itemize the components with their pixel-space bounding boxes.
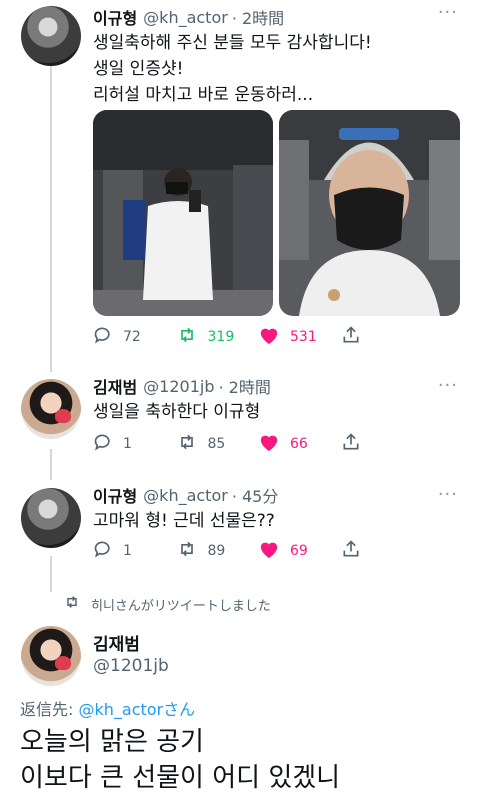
share-icon xyxy=(341,432,361,456)
heart-icon xyxy=(258,432,280,456)
reply-to-line: 返信先: @kh_actorさん xyxy=(20,696,195,720)
main-tweet-text: 오늘의 맑은 공기 이보다 큰 선물이 어디 있겠니 xyxy=(20,727,341,793)
retweet-icon xyxy=(176,432,198,456)
timestamp[interactable]: · 2時間 xyxy=(232,5,284,29)
retweet-button[interactable]: 319 xyxy=(176,325,259,349)
reply-icon xyxy=(93,325,113,349)
like-button[interactable]: 69 xyxy=(258,539,341,563)
like-count: 66 xyxy=(290,436,308,452)
retweet-icon xyxy=(63,594,81,614)
reply-button[interactable]: 1 xyxy=(93,432,176,456)
retweet-count: 89 xyxy=(207,543,226,559)
tweet-actions: 72 319 531 xyxy=(93,325,423,349)
retweet-note[interactable]: 히니さんがリツイートしました xyxy=(63,594,271,614)
tweet-text: 고마워 형! 근데 선물은?? xyxy=(93,511,275,531)
avatar[interactable] xyxy=(21,6,81,66)
share-icon xyxy=(341,539,361,563)
tweet-actions: 1 89 69 xyxy=(93,539,423,563)
tweet-text: 생일축하해 주신 분들 모두 감사합니다! 생일 인증샷! 리허설 마치고 바로… xyxy=(93,33,372,105)
more-icon[interactable]: ··· xyxy=(438,486,458,504)
author-handle[interactable]: @1201jb xyxy=(93,656,169,676)
share-button[interactable] xyxy=(341,432,424,456)
tweet-actions: 1 85 66 xyxy=(93,432,423,456)
tweet-text: 생일을 축하한다 이규형 xyxy=(93,402,261,422)
retweet-button[interactable]: 85 xyxy=(176,432,259,456)
retweet-count: 319 xyxy=(207,329,235,345)
author-handle[interactable]: @kh_actor xyxy=(143,486,228,505)
more-icon[interactable]: ··· xyxy=(438,4,458,22)
reply-icon xyxy=(93,539,113,563)
avatar[interactable] xyxy=(21,626,81,686)
reply-mention-link[interactable]: @kh_actor xyxy=(79,700,164,719)
reply-button[interactable]: 72 xyxy=(93,325,176,349)
tweet-photo-2[interactable] xyxy=(279,110,460,316)
retweet-icon xyxy=(176,325,198,349)
retweet-icon xyxy=(176,539,198,563)
reply-count: 1 xyxy=(123,436,132,452)
tweet-1[interactable]: 이규형 @kh_actor · 2時間 ··· 생일축하해 주신 분들 모두 감… xyxy=(0,0,480,360)
timestamp[interactable]: · 2時間 xyxy=(219,374,271,398)
avatar[interactable] xyxy=(21,488,81,548)
timestamp[interactable]: · 45分 xyxy=(232,483,279,507)
tweet-3[interactable]: 이규형 @kh_actor · 45分 ··· 고마워 형! 근데 선물은?? … xyxy=(0,482,480,582)
like-count: 531 xyxy=(290,329,317,345)
share-button[interactable] xyxy=(341,325,424,349)
heart-icon xyxy=(258,325,280,349)
share-icon xyxy=(341,325,361,349)
author-name[interactable]: 김재범 xyxy=(93,630,140,655)
reply-to-prefix: 返信先: xyxy=(20,700,74,719)
author-handle[interactable]: @1201jb xyxy=(143,377,214,396)
reply-icon xyxy=(93,432,113,456)
like-button[interactable]: 531 xyxy=(258,325,341,349)
reply-count: 1 xyxy=(123,543,132,559)
retweet-count: 85 xyxy=(207,436,226,452)
reply-count: 72 xyxy=(123,329,141,345)
author-handle[interactable]: @kh_actor xyxy=(143,8,228,27)
tweet-2[interactable]: 김재범 @1201jb · 2時間 ··· 생일을 축하한다 이규형 1 85 … xyxy=(0,373,480,473)
like-button[interactable]: 66 xyxy=(258,432,341,456)
author-name[interactable]: 김재범 xyxy=(93,374,137,398)
retweet-note-text: 히니さんがリツイートしました xyxy=(91,598,271,614)
share-button[interactable] xyxy=(341,539,424,563)
more-icon[interactable]: ··· xyxy=(438,377,458,395)
heart-icon xyxy=(258,539,280,563)
retweet-button[interactable]: 89 xyxy=(176,539,259,563)
main-tweet: 김재범 @1201jb 返信先: @kh_actorさん 오늘의 맑은 공기 이… xyxy=(0,620,480,807)
author-name[interactable]: 이규형 xyxy=(93,483,137,507)
author-name[interactable]: 이규형 xyxy=(93,5,137,29)
tweet-photo-1[interactable] xyxy=(93,110,273,316)
reply-button[interactable]: 1 xyxy=(93,539,176,563)
avatar[interactable] xyxy=(21,379,81,439)
reply-suffix: さん xyxy=(163,700,196,719)
like-count: 69 xyxy=(290,543,308,559)
